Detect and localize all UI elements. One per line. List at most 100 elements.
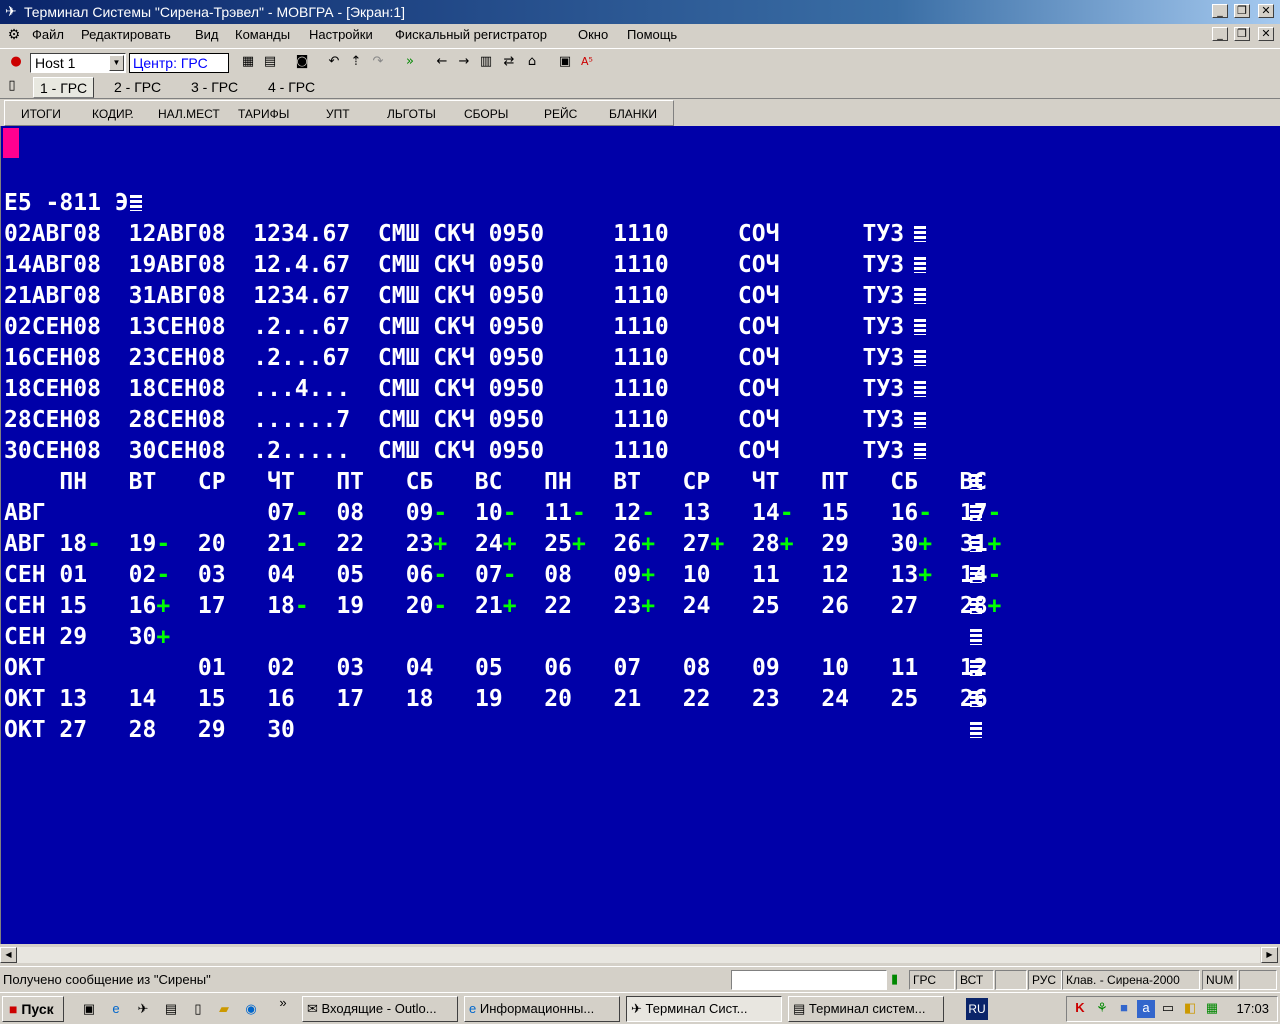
host-select-value: Host 1 [35, 55, 76, 71]
discounts-button[interactable]: ЛЬГОТЫ [387, 107, 436, 121]
scroll-track[interactable] [17, 947, 1260, 963]
quicklaunch-folder-icon[interactable]: ▰ [215, 1001, 233, 1019]
coding-button[interactable]: КОДИР. [92, 107, 134, 121]
minimize-button[interactable]: _ [1212, 4, 1228, 18]
upload-icon[interactable]: ⇡ [346, 52, 366, 72]
home-icon[interactable]: ⌂ [522, 52, 542, 72]
upt-button[interactable]: УПТ [326, 107, 350, 121]
schedule-row: 21АВГ08 31АВГ08 1234.67 СМШ СКЧ 0950 111… [4, 281, 904, 312]
calendar-mark: - [156, 531, 171, 557]
printer-tray-icon[interactable]: ▦ [1203, 1000, 1221, 1018]
tab-2-grs[interactable]: 2 - ГРС [108, 77, 167, 98]
schedule-row-text: 16СЕН08 23СЕН08 .2...67 СМШ СКЧ 0950 111… [4, 345, 905, 371]
transfer-icon[interactable]: ⇄ [499, 52, 519, 72]
child-minimize-button[interactable]: _ [1212, 27, 1228, 41]
calendar-mark: - [641, 500, 656, 526]
calendar-day [129, 500, 157, 526]
quicklaunch-document-icon[interactable]: ▯ [189, 1001, 207, 1019]
tab-4-grs[interactable]: 4 - ГРС [262, 77, 321, 98]
quicklaunch-ie-icon[interactable]: e [107, 1001, 125, 1019]
quicklaunch-more-icon[interactable]: » [274, 995, 292, 1013]
taskbar-item-terminal[interactable]: ▤ Терминал систем... [788, 996, 944, 1022]
menu-edit[interactable]: Редактировать [81, 27, 171, 42]
taskbar: ■ Пуск ▣ e ✈ ▤ ▯ ▰ ◉ » ✉ Входящие - Outl… [0, 992, 1280, 1024]
start-button[interactable]: ■ Пуск [2, 996, 64, 1022]
redo-icon[interactable]: ↷ [368, 52, 388, 72]
quicklaunch-outlook-icon[interactable]: ◉ [242, 1001, 260, 1019]
schedule-row-text: 21АВГ08 31АВГ08 1234.67 СМШ СКЧ 0950 111… [4, 283, 905, 309]
totals-button[interactable]: ИТОГИ [21, 107, 61, 121]
calendar-day: 20 [544, 686, 572, 712]
calendar-day: 25 [752, 593, 780, 619]
volume-tray-icon[interactable]: ◧ [1181, 1000, 1199, 1018]
calendar-day: 19 [128, 531, 157, 557]
fees-button[interactable]: СБОРЫ [464, 107, 508, 121]
scroll-left-icon[interactable]: ◀ [0, 947, 17, 963]
restore-button[interactable]: ❐ [1234, 4, 1250, 18]
tab-1-grs[interactable]: 1 - ГРС [33, 77, 95, 98]
menu-settings[interactable]: Настройки [309, 27, 373, 42]
calendar-day: 18 [59, 531, 88, 557]
language-indicator[interactable]: RU [966, 998, 988, 1020]
taskbar-item-info[interactable]: e Информационны... [464, 996, 620, 1022]
undo-icon[interactable]: ↶ [324, 52, 344, 72]
arrow-left-icon[interactable]: ← [432, 52, 452, 72]
fares-button[interactable]: ТАРИФЫ [238, 107, 289, 121]
scroll-right-icon[interactable]: ▶ [1261, 947, 1278, 963]
field-end-marker [914, 288, 926, 304]
document-icon[interactable]: ⚙ [4, 26, 24, 44]
antivirus-icon[interactable]: K [1071, 1000, 1089, 1018]
calendar-day: 13 [890, 562, 919, 588]
forms-button[interactable]: БЛАНКИ [609, 107, 657, 121]
status-vst: ВСТ [956, 970, 994, 990]
host-select[interactable]: Host 1 ▼ [30, 53, 126, 73]
font-tray-icon[interactable]: a [1137, 1000, 1155, 1018]
screen-icon[interactable]: ▣ [555, 52, 575, 72]
monitor-tray-icon[interactable]: ▭ [1159, 1000, 1177, 1018]
plane-icon: ✈ [631, 1001, 642, 1016]
toolbar: ● Host 1 ▼ Центр: ГРС ▦ ▤ ◙ ↶ ⇡ ↷ » ← → … [0, 48, 1280, 74]
ie-icon: e [469, 1001, 477, 1016]
child-restore-button[interactable]: ❐ [1234, 27, 1250, 41]
terminal-screen[interactable]: E5 -811 Э 02АВГ08 12АВГ08 1234.67 СМШ СКЧ… [0, 126, 1280, 944]
seats-button[interactable]: НАЛ.МЕСТ [158, 107, 220, 121]
close-button[interactable]: ✕ [1258, 4, 1274, 18]
network-icon[interactable]: ▦ [238, 52, 258, 72]
calendar-day: 24 [682, 593, 711, 619]
menu-help[interactable]: Помощь [627, 27, 677, 42]
horizontal-scrollbar[interactable]: ◀ ▶ [0, 944, 1280, 966]
quicklaunch-plane-icon[interactable]: ✈ [134, 1001, 152, 1019]
calendar-day: 18 [405, 686, 434, 712]
grid-icon[interactable]: ▥ [476, 52, 496, 72]
calendar-month: АВГ [4, 531, 60, 557]
calendar-month: ОКТ [4, 655, 60, 681]
menu-view[interactable]: Вид [195, 27, 219, 42]
taskbar-item-outlook[interactable]: ✉ Входящие - Outlo... [302, 996, 458, 1022]
taskbar-item-terminal-active[interactable]: ✈ Терминал Сист... [626, 996, 782, 1022]
network-tray-icon[interactable]: ⚘ [1093, 1000, 1111, 1018]
arrow-right-icon[interactable]: → [454, 52, 474, 72]
menu-window[interactable]: Окно [578, 27, 608, 42]
menu-fiscal-registrar[interactable]: Фискальный регистратор [395, 27, 547, 42]
quicklaunch-desktop-icon[interactable]: ▣ [80, 1001, 98, 1019]
schedule-row-text: 02СЕН08 13СЕН08 .2...67 СМШ СКЧ 0950 111… [4, 314, 905, 340]
translate-icon[interactable]: A⁵ [577, 52, 597, 72]
child-close-button[interactable]: ✕ [1258, 27, 1274, 41]
database-icon[interactable]: ◙ [292, 52, 312, 72]
fast-forward-icon[interactable]: » [400, 52, 420, 72]
menu-commands[interactable]: Команды [235, 27, 290, 42]
flag-tray-icon[interactable]: ■ [1115, 1000, 1133, 1018]
flight-button[interactable]: РЕЙС [544, 107, 577, 121]
calendar-day [198, 500, 226, 526]
menu-file[interactable]: Файл [32, 27, 64, 42]
traffic-light-icon[interactable]: ● [6, 52, 26, 72]
new-session-icon[interactable]: ▯ [2, 76, 22, 96]
quicklaunch-calculator-icon[interactable]: ▤ [162, 1001, 180, 1019]
chevron-down-icon[interactable]: ▼ [109, 55, 124, 71]
calendar-day: 08 [336, 500, 365, 526]
calendar-day: 08 [544, 562, 572, 588]
calendar-day: 27 [682, 531, 711, 557]
tab-3-grs[interactable]: 3 - ГРС [185, 77, 244, 98]
calendar-day: 04 [267, 562, 295, 588]
clipboard-icon[interactable]: ▤ [260, 52, 280, 72]
